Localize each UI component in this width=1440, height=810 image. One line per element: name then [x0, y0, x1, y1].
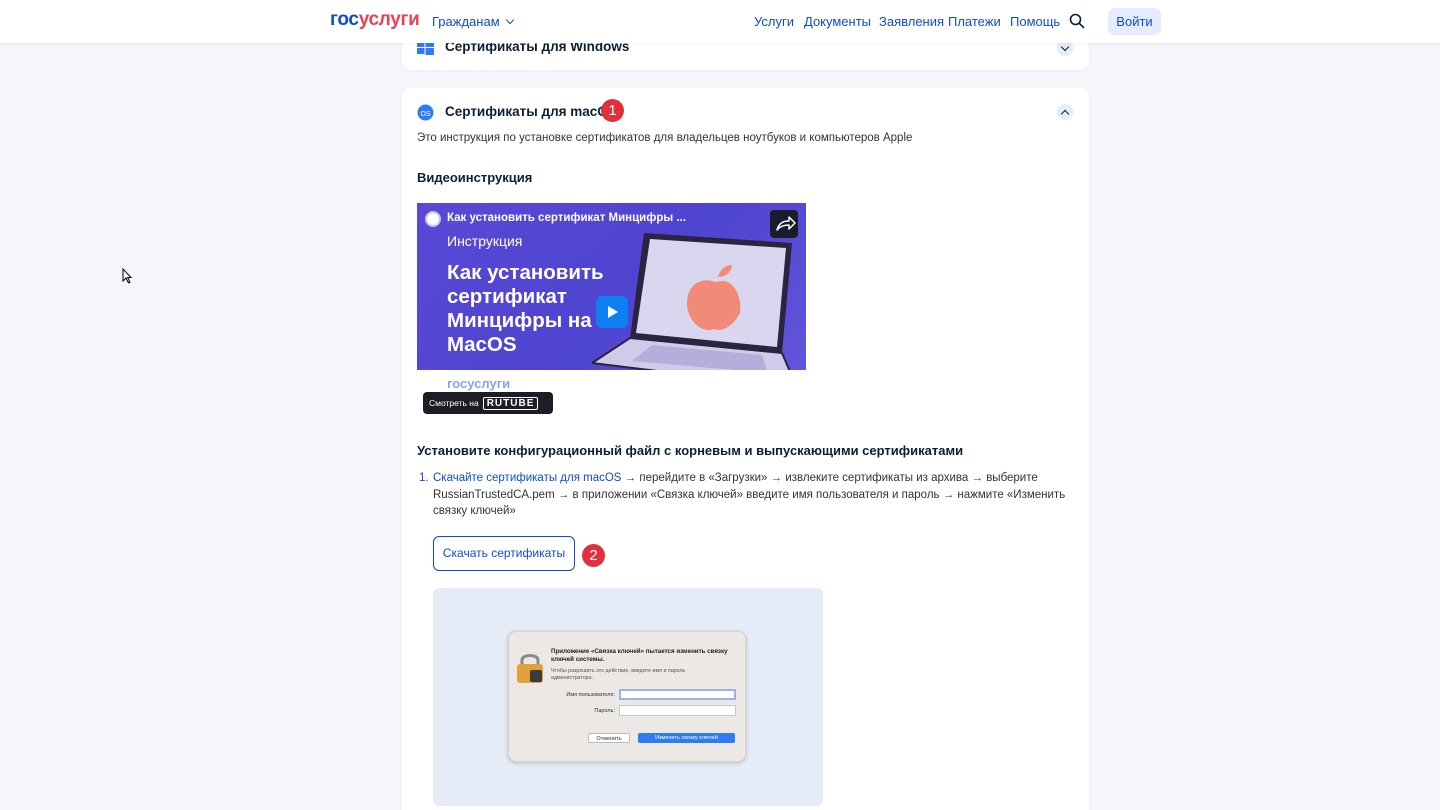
channel-avatar — [425, 211, 441, 227]
watch-on-label: Смотреть на — [429, 398, 479, 408]
password-label: Пароль: — [594, 708, 615, 714]
step-number: 1. — [419, 472, 429, 484]
watch-on-rutube-button[interactable]: Смотреть на RUTUBE — [423, 392, 553, 414]
video-title: Как установить сертификат Минцифры ... — [447, 212, 686, 224]
play-icon[interactable] — [596, 296, 628, 328]
video-heading: Видеоинструкция — [417, 170, 533, 185]
logo-part-uslugi: услуги — [358, 9, 420, 30]
nav-payments[interactable]: Платежи — [948, 14, 1001, 29]
download-certificates-button[interactable]: Скачать сертификаты — [433, 536, 575, 571]
download-link[interactable]: Скачайте сертификаты для macOS — [433, 472, 621, 484]
video-subtitle: Инструкция — [447, 233, 523, 249]
mouse-cursor-icon — [122, 268, 132, 284]
dialog-title: Приложение «Связка ключей» пытается изме… — [551, 648, 728, 663]
rutube-logo: RUTUBE — [482, 397, 539, 410]
macos-certificates-section: OS Сертификаты для macOS 1 Это инструкци… — [402, 88, 1089, 810]
chevron-down-icon — [505, 15, 514, 25]
site-header: госуслуги Гражданам Услуги Документы Зая… — [0, 0, 1440, 43]
macos-icon-label: OS — [420, 111, 430, 118]
nav-documents[interactable]: Документы — [804, 14, 871, 29]
nav-services[interactable]: Услуги — [754, 14, 794, 29]
gosuslugi-logo[interactable]: госуслуги — [330, 9, 420, 31]
keychain-screenshot: Приложение «Связка ключей» пытается изме… — [433, 588, 823, 806]
dialog-description: Чтобы разрешить это действие, введите им… — [551, 668, 686, 681]
logo-part-gos: гос — [330, 9, 359, 30]
install-heading: Установите конфигурационный файл с корне… — [417, 443, 964, 458]
share-icon[interactable] — [770, 210, 798, 238]
dialog-cancel-button[interactable]: Отменить — [588, 733, 630, 743]
collapse-chevron-icon[interactable] — [1057, 104, 1073, 120]
audience-dropdown[interactable]: Гражданам — [432, 14, 514, 29]
video-headline: Как установить сертификат Минцифры на Ma… — [447, 261, 604, 356]
username-label: Имя пользователя: — [566, 692, 615, 698]
username-field[interactable] — [619, 689, 736, 700]
search-icon[interactable] — [1069, 13, 1085, 29]
nav-applications[interactable]: Заявления — [879, 14, 944, 29]
macos-icon: OS — [417, 104, 434, 121]
section-intro: Это инструкция по установке сертификатов… — [417, 132, 913, 144]
macos-section-title[interactable]: Сертификаты для macOS — [445, 104, 617, 119]
video-footer: госуслуги Смотреть на RUTUBE — [417, 370, 806, 422]
instruction-step: 1. Скачайте сертификаты для macOS → пере… — [417, 470, 1067, 520]
video-player[interactable]: Как установить сертификат Минцифры ... И… — [417, 203, 806, 370]
annotation-marker-2: 2 — [582, 544, 605, 567]
password-field[interactable] — [619, 705, 736, 716]
lock-icon — [517, 654, 543, 683]
keychain-dialog: Приложение «Связка ключей» пытается изме… — [508, 631, 746, 762]
login-button[interactable]: Войти — [1108, 8, 1161, 35]
video-brand: госуслуги — [447, 376, 511, 391]
dialog-confirm-button[interactable]: Изменить связку ключей — [638, 733, 735, 743]
nav-help[interactable]: Помощь — [1010, 14, 1060, 29]
annotation-marker-1: 1 — [601, 99, 624, 122]
audience-label: Гражданам — [432, 14, 500, 29]
